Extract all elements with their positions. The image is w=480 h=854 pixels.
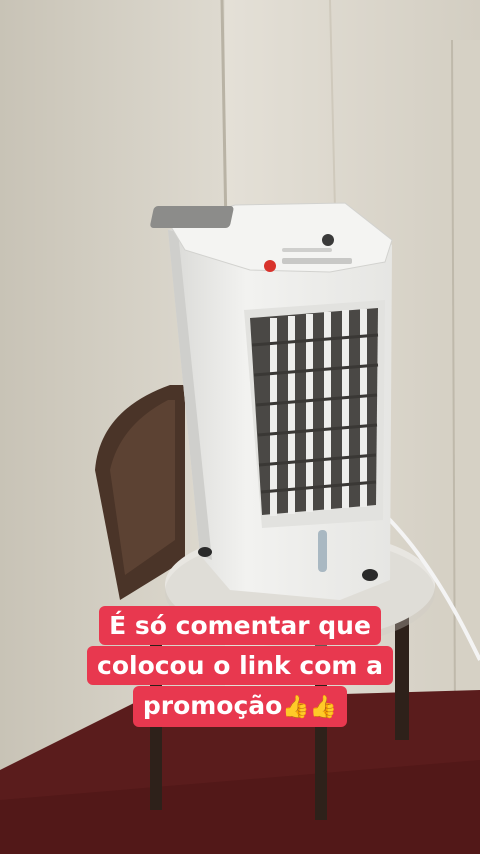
caption-line-1: É só comentar que [99, 606, 381, 645]
caption-line-3-text: promoção [142, 691, 283, 720]
caption-line-3: promoção👍👍 [132, 686, 348, 727]
water-level-window [318, 530, 327, 572]
control-dial [322, 234, 334, 246]
brand-label [150, 206, 234, 228]
wheel [198, 547, 212, 557]
wheel [362, 569, 378, 581]
caption-overlay: É só comentar que colocou o link com a p… [0, 606, 480, 727]
caption-line-2: colocou o link com a [87, 646, 393, 685]
thumbs-up-icon: 👍👍 [282, 695, 338, 720]
power-button-red [264, 260, 276, 272]
